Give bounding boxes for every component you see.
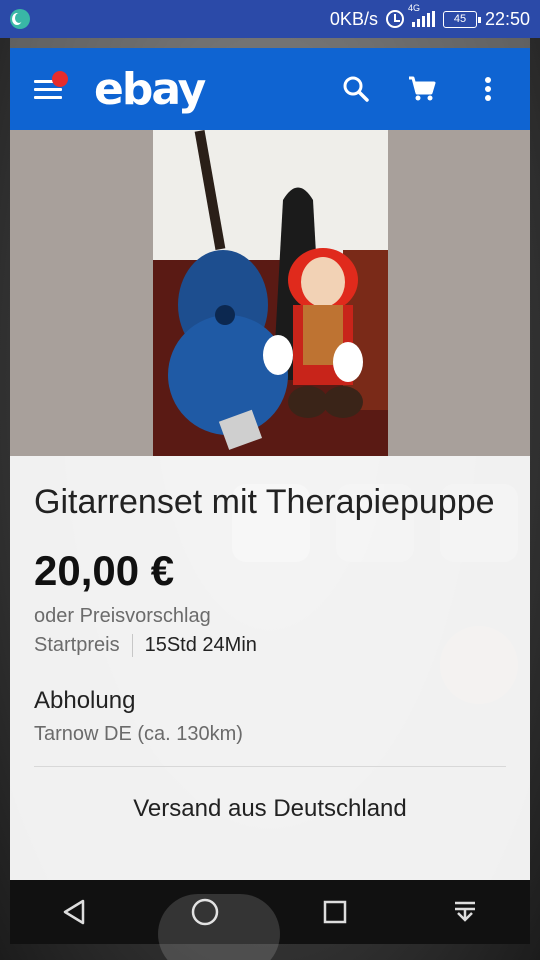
search-button[interactable] bbox=[334, 67, 378, 111]
shipping-origin: Versand aus Deutschland bbox=[133, 795, 407, 822]
clock: 22:50 bbox=[484, 8, 530, 29]
listing-title: Gitarrenset mit Therapiepuppe bbox=[34, 483, 495, 521]
app-bar: ebay bbox=[10, 48, 530, 130]
divider bbox=[34, 766, 506, 767]
auction-meta: Startpreis 15Std 24Min bbox=[34, 634, 506, 657]
cart-button[interactable] bbox=[400, 67, 444, 111]
pull-down-icon bbox=[455, 901, 475, 922]
cart-icon bbox=[409, 76, 436, 101]
status-bar: 0KB/s 4G 45 22:50 bbox=[0, 0, 540, 38]
recents-button[interactable] bbox=[313, 890, 357, 934]
signal-icon: 4G bbox=[408, 3, 435, 27]
overflow-menu-button[interactable] bbox=[466, 67, 510, 111]
notification-badge bbox=[52, 71, 68, 87]
listing-photo[interactable] bbox=[153, 130, 388, 456]
navigation-bar bbox=[10, 880, 530, 960]
alarm-icon bbox=[385, 10, 404, 28]
notification-shade-button[interactable] bbox=[443, 890, 487, 934]
ebay-logo: ebay bbox=[94, 63, 206, 115]
start-price-label: Startpreis bbox=[34, 634, 133, 657]
menu-button[interactable] bbox=[24, 61, 80, 117]
delivery-method: Abholung bbox=[34, 687, 136, 714]
network-type: 4G bbox=[407, 3, 420, 13]
recents-square-icon bbox=[323, 900, 347, 924]
back-triangle-icon bbox=[63, 899, 85, 925]
net-speed: 0KB/s bbox=[329, 8, 378, 29]
notification-app-icon bbox=[10, 9, 30, 29]
nav-press-highlight bbox=[158, 894, 280, 960]
time-left: 15Std 24Min bbox=[144, 634, 257, 656]
search-icon bbox=[343, 76, 369, 102]
ebay-app: ebay Gitarrenset mit Therapiepuppe 20,00… bbox=[10, 38, 530, 880]
photo-gallery[interactable] bbox=[10, 130, 530, 456]
listing-details-card: Gitarrenset mit Therapiepuppe 20,00 € od… bbox=[10, 456, 530, 880]
more-vert-icon bbox=[485, 77, 491, 101]
item-location: Tarnow DE (ca. 130km) bbox=[34, 723, 243, 745]
battery-level: 45 bbox=[453, 13, 467, 25]
listing-price: 20,00 € bbox=[34, 547, 175, 594]
battery-icon: 45 bbox=[442, 10, 481, 28]
back-button[interactable] bbox=[53, 890, 97, 934]
best-offer-text: oder Preisvorschlag bbox=[34, 605, 211, 627]
